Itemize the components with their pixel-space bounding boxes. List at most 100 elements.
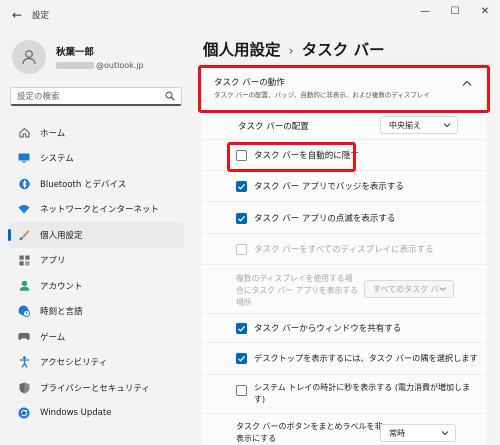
chevron-down-icon — [443, 123, 451, 128]
back-arrow-icon: ← — [11, 8, 23, 22]
alignment-dropdown[interactable]: 中央揃え — [380, 116, 458, 134]
taskbar-behaviors-header[interactable]: タスク バーの動作 タスク バーの配置、バッジ、自動的に非表示、および複数のディ… — [202, 66, 486, 110]
flashing-label: タスク バー アプリの点滅を表示する — [254, 214, 396, 224]
seconds-row[interactable]: システム トレイの時計に秒を表示する (電力消費が増加しま す) — [202, 375, 486, 413]
checkmark-icon — [238, 355, 246, 362]
sidebar-item-label: アカウント — [40, 281, 83, 292]
person-icon — [22, 50, 36, 65]
share-window-label: タスク バーからウィンドウを共有する — [254, 324, 402, 334]
sidebar-item-windows-update[interactable]: Windows Update — [8, 401, 184, 427]
sidebar-item-label: ゲーム — [40, 332, 66, 343]
brush-icon — [18, 229, 30, 241]
multi-display-label-1: 複数のディスプレイを使用する場 — [236, 274, 353, 283]
redacted-text — [56, 62, 94, 69]
auto-hide-checkbox[interactable] — [236, 150, 247, 161]
show-desktop-label: デスクトップを表示するには、タスク バーの隅を選択します — [254, 353, 478, 363]
sidebar-item-label: アプリ — [40, 256, 66, 267]
bluetooth-icon — [18, 178, 30, 190]
chevron-down-icon — [441, 431, 449, 436]
sidebar-item-network[interactable]: ネットワークとインターネット — [8, 197, 184, 223]
badges-checkbox[interactable] — [236, 181, 247, 192]
alignment-label: タスク バーの配置 — [238, 122, 309, 132]
breadcrumb-separator: › — [288, 44, 294, 59]
badges-row[interactable]: タスク バー アプリでバッジを表示する — [202, 171, 486, 201]
show-desktop-row[interactable]: デスクトップを表示するには、タスク バーの隅を選択します — [202, 343, 486, 374]
maximize-button[interactable]: ☐ — [440, 0, 470, 22]
account-icon — [18, 280, 30, 292]
globe-clock-icon — [18, 305, 30, 318]
multi-display-label-2: 合にタスク バー アプリを表示する — [236, 286, 358, 295]
avatar — [12, 40, 46, 74]
sidebar-item-privacy[interactable]: プライバシーとセキュリティ — [8, 375, 184, 401]
checkmark-icon — [238, 215, 246, 222]
search-input[interactable]: 設定の検索 — [10, 87, 182, 106]
sidebar-item-accounts[interactable]: アカウント — [8, 273, 184, 299]
profile[interactable]: 秋葉一郎 @outlook.jp — [12, 40, 144, 74]
multi-display-value: すべてのタスク バー — [373, 284, 447, 294]
combine-label-1: タスク バーのボタンをまとめラベルを非 — [236, 422, 383, 431]
shield-icon — [18, 382, 30, 394]
sidebar-item-label: アクセシビリティ — [40, 358, 108, 369]
multi-display-row: 複数のディスプレイを使用する場 合にタスク バー アプリを表示する 場所 すべて… — [202, 265, 486, 313]
combine-label-2: 表示にする — [236, 434, 277, 443]
sidebar-item-label: Windows Update — [40, 408, 112, 419]
breadcrumb: 個人用設定 › タスク バー — [203, 38, 385, 60]
checkmark-icon — [238, 325, 246, 332]
share-window-checkbox[interactable] — [236, 323, 247, 334]
search-icon — [165, 91, 175, 101]
home-icon — [18, 127, 30, 139]
sidebar-item-system[interactable]: システム — [8, 146, 184, 172]
close-button[interactable]: ✕ — [470, 0, 500, 22]
sidebar-item-label: 個人用設定 — [40, 230, 83, 241]
profile-email: @outlook.jp — [56, 61, 144, 70]
show-desktop-checkbox[interactable] — [236, 353, 247, 364]
minimize-button[interactable]: — — [410, 0, 440, 22]
sidebar-item-gaming[interactable]: ゲーム — [8, 324, 184, 350]
share-window-row[interactable]: タスク バーからウィンドウを共有する — [202, 314, 486, 342]
back-button[interactable]: ← — [6, 4, 28, 26]
sidebar-item-apps[interactable]: アプリ — [8, 248, 184, 274]
sidebar-item-bluetooth[interactable]: Bluetooth とデバイス — [8, 171, 184, 197]
combine-dropdown[interactable]: 常時 — [380, 424, 456, 442]
alignment-row: タスク バーの配置 中央揃え — [202, 111, 486, 139]
seconds-label-2: す) — [254, 395, 266, 404]
all-displays-checkbox — [236, 244, 247, 255]
flashing-checkbox[interactable] — [236, 213, 247, 224]
gamepad-icon — [18, 331, 30, 343]
checkmark-icon — [238, 183, 246, 190]
seconds-checkbox[interactable] — [236, 385, 247, 396]
sidebar-item-label: ホーム — [40, 128, 66, 139]
main-content: 個人用設定 › タスク バー タスク バーの動作 タスク バーの配置、バッジ、自動的… — [198, 30, 500, 445]
monitor-icon — [18, 152, 30, 164]
sidebar-item-label: Bluetooth とデバイス — [40, 179, 127, 190]
section-subtitle: タスク バーの配置、バッジ、自動的に非表示、および複数のディスプレイ — [214, 91, 430, 99]
apps-icon — [18, 254, 30, 266]
search-placeholder: 設定の検索 — [17, 92, 60, 102]
combine-value: 常時 — [389, 428, 405, 438]
multi-display-dropdown: すべてのタスク バー — [364, 280, 454, 298]
sidebar-item-label: プライバシーとセキュリティ — [40, 383, 150, 394]
auto-hide-row[interactable]: タスク バーを自動的に隠す — [202, 140, 486, 170]
sidebar-item-time-language[interactable]: 時刻と言語 — [8, 299, 184, 325]
minimize-icon: — — [420, 5, 430, 17]
alignment-value: 中央揃え — [389, 120, 421, 130]
close-icon: ✕ — [480, 5, 490, 17]
sidebar-item-home[interactable]: ホーム — [8, 120, 184, 146]
all-displays-label: タスク バーをすべてのディスプレイに表示する — [254, 245, 434, 255]
flashing-row[interactable]: タスク バー アプリの点滅を表示する — [202, 202, 486, 233]
sidebar-item-personalization[interactable]: 個人用設定 — [8, 222, 184, 248]
window-title: 設定 — [32, 11, 50, 21]
update-icon — [18, 407, 30, 419]
wifi-icon — [18, 203, 30, 215]
section-title: タスク バーの動作 — [214, 78, 285, 88]
maximize-icon: ☐ — [450, 5, 460, 17]
chevron-down-icon — [439, 287, 447, 292]
chevron-up-icon — [462, 80, 472, 86]
sidebar-item-accessibility[interactable]: アクセシビリティ — [8, 350, 184, 376]
combine-row: タスク バーのボタンをまとめラベルを非 表示にする 常時 — [202, 414, 486, 445]
sidebar: 秋葉一郎 @outlook.jp 設定の検索 ホーム システム Bluetoot… — [0, 30, 190, 445]
sidebar-item-label: システム — [40, 154, 74, 165]
breadcrumb-parent[interactable]: 個人用設定 — [203, 41, 281, 59]
all-displays-row: タスク バーをすべてのディスプレイに表示する — [202, 234, 486, 264]
multi-display-label-3: 場所 — [236, 298, 252, 307]
